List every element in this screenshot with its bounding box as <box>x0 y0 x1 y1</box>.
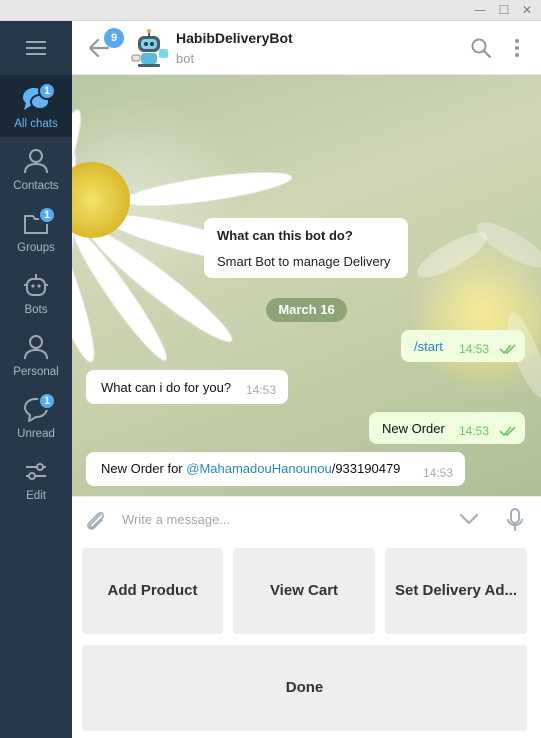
bot-reply-keyboard: Add Product View Cart Set Delivery Ad...… <box>72 541 541 738</box>
message-prefix: New Order for <box>101 461 187 476</box>
message-time: 14:53 <box>459 424 490 438</box>
folder-label: Contacts <box>13 180 59 192</box>
bot-avatar[interactable] <box>128 27 170 69</box>
message-suffix: /933190479 <box>331 461 401 476</box>
chat-messages-area[interactable]: What can this bot do? Smart Bot to manag… <box>72 75 541 496</box>
unread-badge: 1 <box>38 206 56 224</box>
folder-label: All chats <box>14 118 58 130</box>
folder-bots[interactable]: Bots <box>0 261 72 323</box>
folder-label: Edit <box>26 490 46 502</box>
person-icon <box>24 149 48 174</box>
folder-edit[interactable]: Edit <box>0 447 72 509</box>
microphone-icon[interactable] <box>506 507 524 533</box>
message-outgoing[interactable]: /start 14:53 <box>401 330 525 362</box>
message-text: What can i do for you? <box>101 380 232 395</box>
message-time: 14:53 <box>246 383 277 397</box>
folder-label: Personal <box>13 366 59 378</box>
chat-subtitle: bot <box>176 51 195 66</box>
message-time: 14:53 <box>459 342 490 356</box>
bot-icon <box>24 274 48 296</box>
folder-groups[interactable]: 1 Groups <box>0 199 72 261</box>
sliders-icon <box>26 463 46 480</box>
unread-badge: 1 <box>38 82 56 100</box>
folder-all-chats[interactable]: 1 All chats <box>0 75 72 137</box>
message-composer <box>72 496 541 541</box>
bot-info-text: Smart Bot to manage Delivery <box>217 254 391 269</box>
done-button[interactable]: Done <box>82 645 527 731</box>
bot-info-title: What can this bot do? <box>217 228 353 243</box>
search-icon[interactable] <box>470 37 492 59</box>
message-input[interactable] <box>122 507 452 531</box>
message-outgoing[interactable]: New Order 14:53 <box>369 412 525 444</box>
folder-personal[interactable]: Personal <box>0 323 72 385</box>
chat-header: 9 HabibDeliveryBot bot <box>72 21 541 75</box>
maximize-icon[interactable]: ☐ <box>492 0 516 21</box>
message-text[interactable]: /start <box>414 339 443 354</box>
message-incoming[interactable]: New Order for @MahamadouHanounou/9331904… <box>86 452 465 486</box>
message-text: New Order <box>382 421 445 436</box>
user-mention-link[interactable]: @MahamadouHanounou <box>186 461 331 476</box>
unread-badge: 1 <box>38 392 56 410</box>
paperclip-icon[interactable] <box>84 508 106 532</box>
hamburger-icon[interactable] <box>0 21 72 75</box>
message-text: New Order for @MahamadouHanounou/9331904… <box>101 461 400 476</box>
read-checks-icon <box>499 344 516 355</box>
close-icon[interactable]: ✕ <box>515 0 539 21</box>
folder-contacts[interactable]: Contacts <box>0 137 72 199</box>
unread-count-badge: 9 <box>104 28 124 48</box>
read-checks-icon <box>499 426 516 437</box>
person-icon <box>24 335 48 360</box>
date-separator: March 16 <box>266 298 347 322</box>
set-delivery-address-button[interactable]: Set Delivery Ad... <box>385 548 527 634</box>
minimize-icon[interactable]: — <box>468 0 492 21</box>
bot-info-card: What can this bot do? Smart Bot to manag… <box>204 218 408 278</box>
window-titlebar: — ☐ ✕ <box>0 0 541 21</box>
chat-title: HabibDeliveryBot <box>176 30 293 46</box>
more-vertical-icon[interactable] <box>508 37 526 59</box>
chevron-down-icon[interactable] <box>458 511 480 527</box>
folder-label: Groups <box>17 242 55 254</box>
folder-unread[interactable]: 1 Unread <box>0 385 72 447</box>
folder-label: Bots <box>24 304 48 316</box>
view-cart-button[interactable]: View Cart <box>233 548 375 634</box>
message-time: 14:53 <box>423 466 454 480</box>
folder-label: Unread <box>17 428 55 440</box>
folders-sidebar: 1 All chats Contacts 1 Groups Bots Perso… <box>0 21 72 738</box>
message-incoming[interactable]: What can i do for you? 14:53 <box>86 370 288 404</box>
add-product-button[interactable]: Add Product <box>82 548 223 634</box>
